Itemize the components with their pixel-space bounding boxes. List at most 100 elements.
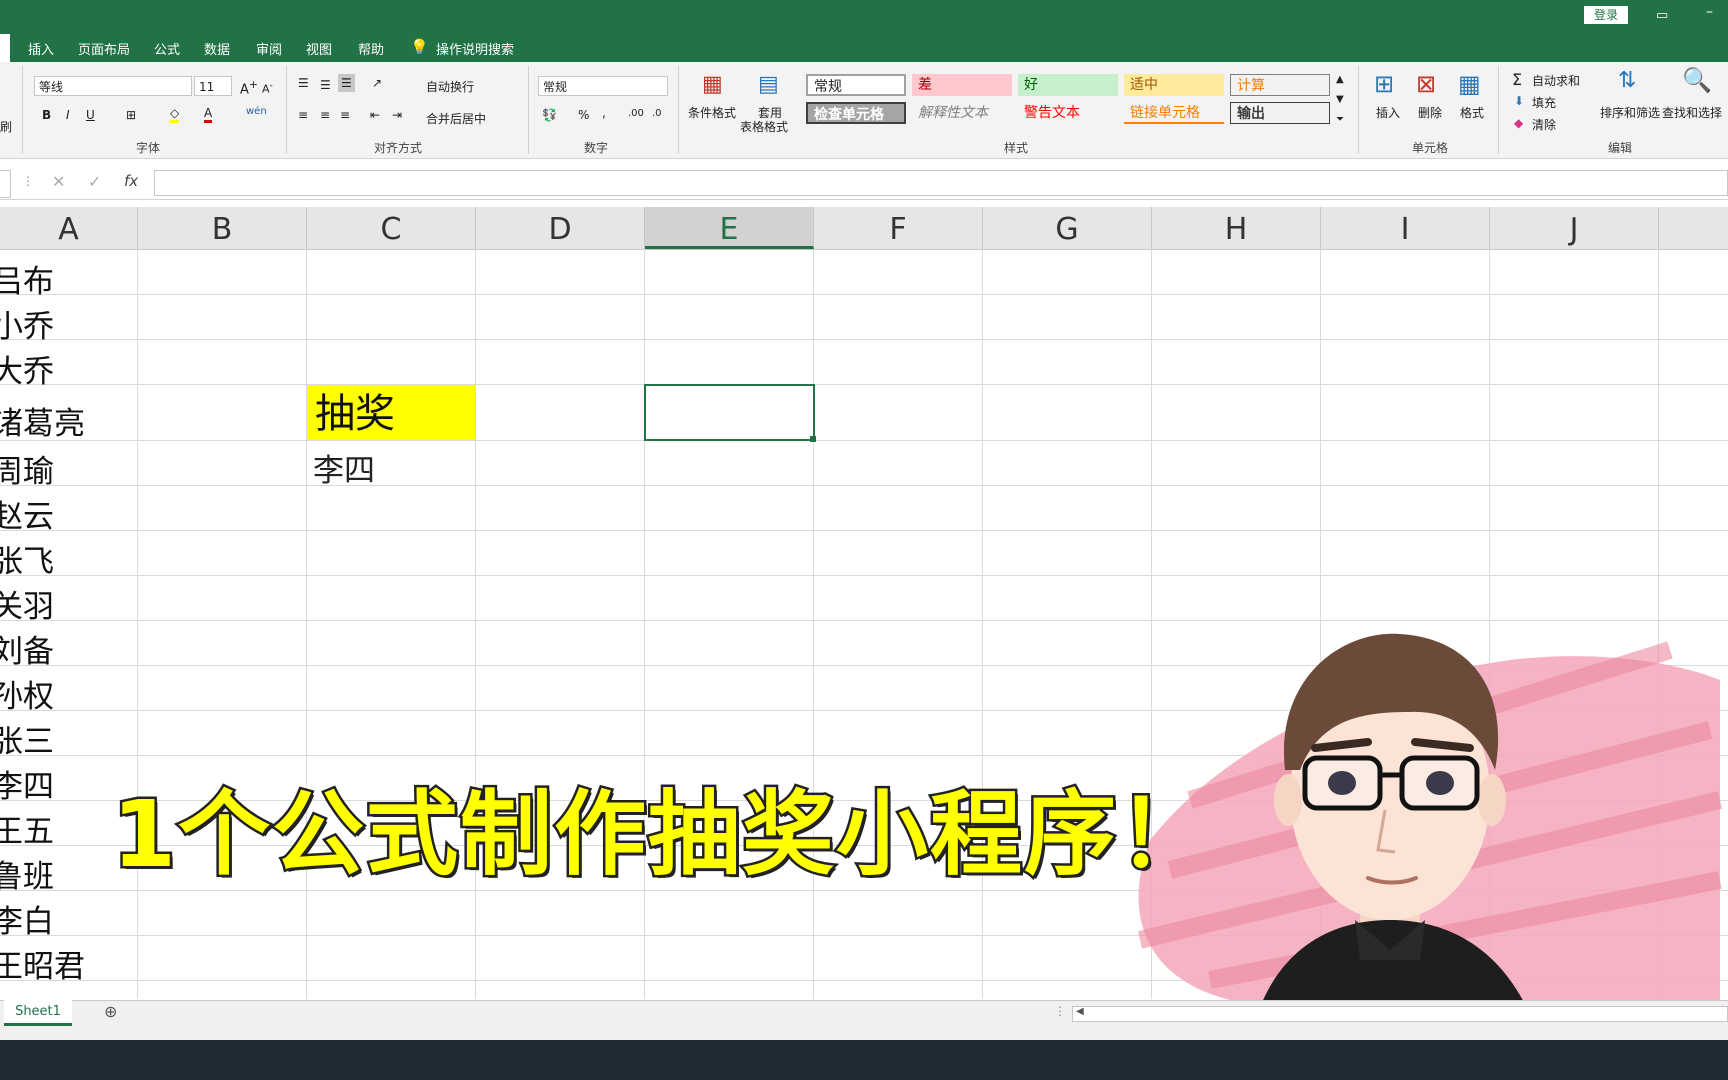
column-header-a[interactable]: A: [0, 207, 138, 249]
cell-a4[interactable]: 诸葛亮: [0, 398, 85, 443]
horizontal-scrollbar[interactable]: [1072, 1006, 1728, 1022]
cell-c4-lottery-header[interactable]: 抽奖: [307, 385, 475, 440]
italic-icon[interactable]: I: [66, 108, 70, 122]
find-select-icon[interactable]: 🔍: [1682, 66, 1712, 94]
style-warning[interactable]: 警告文本: [1018, 102, 1118, 124]
tab-data[interactable]: 数据: [204, 39, 230, 58]
font-grow-icon[interactable]: A+: [240, 78, 258, 97]
delete-cells-button[interactable]: 删除: [1418, 104, 1442, 121]
styles-scroll-up-icon[interactable]: ▲: [1336, 74, 1344, 85]
percent-icon[interactable]: %: [578, 108, 589, 122]
style-output[interactable]: 输出: [1230, 102, 1330, 124]
sheet-tab-sheet1[interactable]: Sheet1: [4, 1000, 72, 1026]
format-table-label-2[interactable]: 表格格式: [740, 118, 788, 135]
indent-decrease-icon[interactable]: ⇤: [370, 108, 380, 122]
insert-cells-button[interactable]: 插入: [1376, 104, 1400, 121]
font-shrink-icon[interactable]: A-: [262, 80, 273, 96]
selected-cell-e4[interactable]: [644, 384, 815, 441]
formula-input[interactable]: [154, 170, 1728, 196]
fill-button[interactable]: 填充: [1532, 94, 1556, 111]
cell-a15[interactable]: 李白: [0, 896, 54, 941]
tab-formulas[interactable]: 公式: [154, 39, 180, 58]
phonetic-icon[interactable]: wén: [246, 106, 267, 117]
conditional-format-icon[interactable]: ▦: [702, 72, 723, 97]
cell-a11[interactable]: 张三: [0, 716, 54, 761]
autosum-button[interactable]: 自动求和: [1532, 72, 1580, 89]
merge-center-button[interactable]: 合并后居中: [426, 110, 486, 127]
column-header-h[interactable]: H: [1152, 207, 1321, 249]
wrap-text-button[interactable]: 自动换行: [426, 78, 474, 95]
font-color-icon[interactable]: A: [204, 106, 213, 123]
column-header-j[interactable]: J: [1490, 207, 1659, 249]
align-top-icon[interactable]: ☰: [298, 76, 309, 90]
style-calculation[interactable]: 计算: [1230, 74, 1330, 96]
splitter-dots-icon[interactable]: ⋮: [1054, 1004, 1066, 1018]
format-painter-label[interactable]: 刷: [0, 118, 12, 135]
style-linked-cell[interactable]: 链接单元格: [1124, 102, 1224, 124]
style-normal[interactable]: 常规: [806, 74, 906, 96]
cell-a6[interactable]: 赵云: [0, 491, 54, 536]
clear-icon[interactable]: ◆: [1514, 116, 1523, 130]
border-icon[interactable]: ⊞: [126, 108, 136, 122]
find-select-button[interactable]: 查找和选择: [1662, 104, 1722, 121]
indent-increase-icon[interactable]: ⇥: [392, 108, 402, 122]
bold-icon[interactable]: B: [42, 108, 51, 122]
style-good[interactable]: 好: [1018, 74, 1118, 96]
tab-insert[interactable]: 插入: [28, 39, 54, 58]
underline-icon[interactable]: U: [86, 108, 95, 122]
cell-a1[interactable]: 吕布: [0, 256, 54, 301]
tab-review[interactable]: 审阅: [256, 39, 282, 58]
cell-a9[interactable]: 刘备: [0, 626, 54, 671]
style-bad[interactable]: 差: [912, 74, 1012, 96]
column-header-e[interactable]: E: [645, 207, 814, 249]
tab-help[interactable]: 帮助: [358, 39, 384, 58]
font-size-dropdown[interactable]: 11: [194, 76, 232, 96]
sort-filter-icon[interactable]: ⇅: [1618, 68, 1636, 93]
comma-icon[interactable]: ,: [602, 106, 606, 120]
align-middle-icon[interactable]: ☰: [320, 78, 331, 92]
styles-more-icon[interactable]: ⏷: [1336, 114, 1344, 125]
name-box[interactable]: [0, 170, 11, 198]
format-cells-button[interactable]: 格式: [1460, 104, 1484, 121]
tab-page-layout[interactable]: 页面布局: [78, 39, 130, 58]
sort-filter-button[interactable]: 排序和筛选: [1600, 104, 1660, 121]
fill-handle[interactable]: [810, 436, 816, 442]
cell-c5-lottery-result[interactable]: 李四: [313, 445, 375, 490]
align-left-icon[interactable]: ≡: [298, 108, 308, 122]
number-format-dropdown[interactable]: 常规: [538, 76, 668, 96]
style-check-cell[interactable]: 检查单元格: [806, 102, 906, 124]
cell-a10[interactable]: 孙权: [0, 671, 54, 716]
ribbon-display-icon[interactable]: ▭: [1656, 8, 1668, 23]
align-bottom-icon[interactable]: ☰: [338, 74, 355, 92]
orientation-icon[interactable]: ↗: [372, 76, 382, 90]
cell-a12[interactable]: 李四: [0, 761, 54, 806]
column-header-d[interactable]: D: [476, 207, 645, 249]
minimize-icon[interactable]: –: [1706, 4, 1713, 20]
cancel-icon[interactable]: ✕: [52, 172, 65, 191]
cell-a5[interactable]: 周瑜: [0, 446, 54, 491]
clear-button[interactable]: 清除: [1532, 116, 1556, 133]
cell-a3[interactable]: 大乔: [0, 346, 54, 391]
insert-cells-icon[interactable]: ⊞: [1374, 70, 1394, 98]
format-table-icon[interactable]: ▤: [758, 72, 779, 97]
tab-view[interactable]: 视图: [306, 39, 332, 58]
cell-a16[interactable]: 王昭君: [0, 941, 85, 986]
cell-a7[interactable]: 张飞: [0, 536, 54, 581]
column-header-f[interactable]: F: [814, 207, 983, 249]
login-button[interactable]: 登录: [1584, 6, 1628, 24]
fill-color-icon[interactable]: ◇: [170, 106, 180, 123]
font-name-dropdown[interactable]: 等线: [34, 76, 192, 96]
conditional-format-button[interactable]: 条件格式: [688, 104, 736, 121]
accounting-icon[interactable]: 💱: [542, 108, 557, 122]
delete-cells-icon[interactable]: ⊠: [1416, 70, 1436, 98]
tell-me-search[interactable]: 操作说明搜索: [436, 39, 514, 58]
enter-icon[interactable]: ✓: [88, 172, 101, 191]
column-header-c[interactable]: C: [307, 207, 476, 249]
align-center-icon[interactable]: ≡: [320, 108, 330, 122]
cell-a8[interactable]: 关羽: [0, 581, 54, 626]
column-header-g[interactable]: G: [983, 207, 1152, 249]
cell-a13[interactable]: 王五: [0, 806, 54, 851]
add-sheet-icon[interactable]: ⊕: [104, 1002, 117, 1021]
cell-a2[interactable]: 小乔: [0, 301, 54, 346]
scroll-left-icon[interactable]: ◀: [1076, 1006, 1084, 1017]
